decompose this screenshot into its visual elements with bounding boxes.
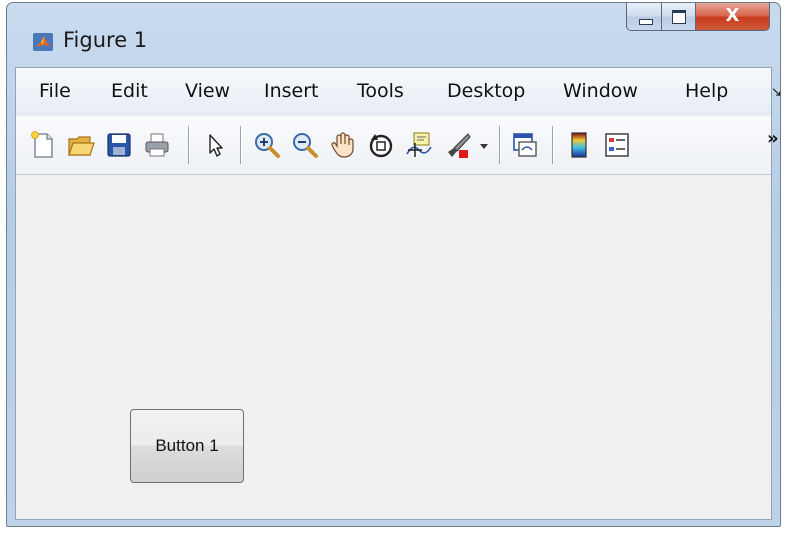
push-button[interactable]: Button 1 bbox=[130, 409, 244, 483]
pan-hand-icon[interactable] bbox=[328, 130, 358, 160]
link-plot-icon[interactable] bbox=[510, 130, 540, 160]
menu-insert[interactable]: Insert bbox=[264, 80, 319, 102]
figure-window: Figure 1 X File Edit View Insert Tools D… bbox=[6, 2, 782, 527]
open-file-icon[interactable] bbox=[66, 130, 96, 160]
maximize-icon bbox=[672, 10, 686, 24]
caption-buttons: X bbox=[626, 3, 770, 33]
menu-view[interactable]: View bbox=[185, 80, 230, 102]
matlab-icon bbox=[33, 33, 53, 51]
menu-help[interactable]: Help bbox=[685, 80, 728, 102]
menu-window[interactable]: Window bbox=[563, 80, 638, 102]
toolbar-separator bbox=[499, 126, 501, 164]
figure-client-area: File Edit View Insert Tools Desktop Wind… bbox=[15, 67, 782, 520]
window-title: Figure 1 bbox=[63, 28, 148, 52]
colorbar-icon[interactable] bbox=[564, 130, 594, 160]
print-icon[interactable] bbox=[142, 130, 172, 160]
data-cursor-icon[interactable] bbox=[404, 130, 434, 160]
close-icon: X bbox=[725, 5, 740, 26]
zoom-out-icon[interactable] bbox=[290, 130, 320, 160]
menu-file[interactable]: File bbox=[39, 80, 71, 102]
toolbar-overflow-icon[interactable]: » bbox=[767, 128, 779, 149]
minimize-button[interactable] bbox=[626, 3, 662, 31]
maximize-button[interactable] bbox=[662, 3, 696, 31]
menu-bar: File Edit View Insert Tools Desktop Wind… bbox=[16, 68, 782, 117]
pointer-icon[interactable] bbox=[200, 130, 230, 160]
save-icon[interactable] bbox=[104, 130, 134, 160]
zoom-in-icon[interactable] bbox=[252, 130, 282, 160]
title-bar[interactable]: Figure 1 X bbox=[7, 3, 780, 67]
minimize-icon bbox=[639, 19, 653, 25]
figure-canvas: Button 1 bbox=[16, 175, 771, 519]
rotate-3d-icon[interactable] bbox=[366, 130, 396, 160]
menu-tools[interactable]: Tools bbox=[357, 80, 404, 102]
new-figure-icon[interactable] bbox=[28, 130, 58, 160]
toolbar-separator bbox=[240, 126, 242, 164]
menu-edit[interactable]: Edit bbox=[111, 80, 148, 102]
toolbar-separator bbox=[188, 126, 190, 164]
menu-desktop[interactable]: Desktop bbox=[447, 80, 525, 102]
brush-icon[interactable] bbox=[442, 130, 472, 160]
toolbar-separator bbox=[552, 126, 554, 164]
figure-toolbar: » bbox=[16, 116, 779, 175]
menu-overflow-icon[interactable]: ↘ bbox=[771, 84, 782, 100]
brush-dropdown-icon[interactable] bbox=[476, 130, 492, 160]
close-button[interactable]: X bbox=[696, 3, 770, 31]
legend-icon[interactable] bbox=[602, 130, 632, 160]
